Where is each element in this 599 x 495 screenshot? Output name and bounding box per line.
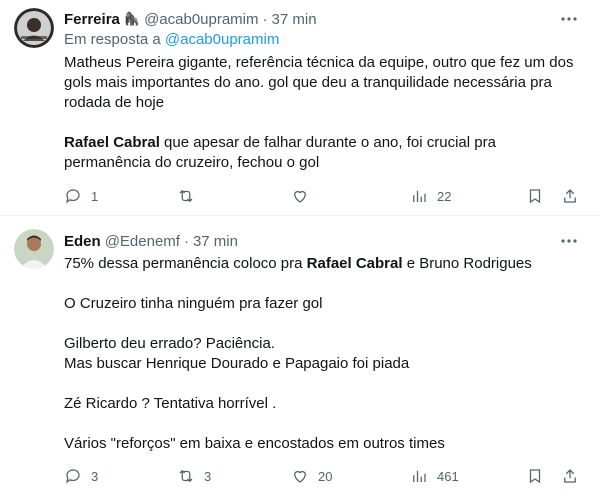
bold-mention: Rafael Cabral [306,255,403,272]
text-line: Zé Ricardo ? Tentativa horrível . [64,395,277,412]
reply-button[interactable]: 3 [64,466,98,486]
retweet-icon [179,469,193,483]
reply-prefix: Em resposta a [64,31,161,48]
author-handle[interactable]: @Edenemf [105,233,180,250]
tweet-text: Matheus Pereira gigante, referência técn… [64,53,574,173]
action-bar: 3 3 20 461 [64,466,584,486]
retweet-count: 3 [204,468,212,484]
avatar-ferreira[interactable] [14,8,54,48]
text-line: 75% dessa permanência coloco pra Rafael … [64,254,574,274]
retweet-button[interactable]: 3 [177,466,211,486]
tweet-eden[interactable]: Eden @Edenemf · 37 min 75% dessa permanê… [0,217,599,495]
separator-dot: · [262,10,268,28]
tweet-text: 75% dessa permanência coloco pra Rafael … [64,254,574,454]
text-line: Gilberto deu errado? Paciência. [64,335,275,352]
reply-icon [66,469,80,484]
views-icon [413,470,426,482]
avatar-eden[interactable] [14,229,54,269]
text-line: Mas buscar Henrique Dourado e Papagaio f… [64,355,410,372]
more-icon[interactable] [559,9,579,29]
tweet-header: Eden @Edenemf · 37 min [64,231,238,251]
text-segment: que apesar de falhar durante o ano, foi … [159,134,496,151]
avatar-image [14,229,54,269]
action-bar: 1 22 [64,186,584,206]
like-icon [294,470,306,483]
text-line: Matheus Pereira gigante, referência técn… [64,54,574,71]
views-count: 461 [437,468,459,484]
views-icon [413,190,426,202]
text-segment: 75% dessa permanência coloco pra [64,255,307,272]
text-line: O Cruzeiro tinha ninguém pra fazer gol [64,295,323,312]
views-count: 22 [437,188,452,204]
more-icon[interactable] [559,231,579,251]
text-line: permanência do cruzeiro, fechou o gol [64,154,320,171]
author-name[interactable]: Ferreira [64,11,120,28]
share-icon [564,189,576,203]
bookmark-button[interactable] [526,186,544,206]
author-name[interactable]: Eden [64,233,101,250]
reply-mention-link[interactable]: @acab0upramim [165,31,279,48]
reply-context: Em resposta a @acab0upramim [64,31,279,48]
views-button[interactable]: 22 [410,186,451,206]
bookmark-icon [529,469,541,484]
reply-button[interactable]: 1 [64,186,98,206]
author-handle[interactable]: @acab0upramim [144,11,258,28]
like-icon [294,190,306,203]
share-button[interactable] [561,186,579,206]
reply-count: 3 [91,468,99,484]
retweet-button[interactable] [177,186,204,206]
text-line: gols mais importantes do ano. gol que de… [64,74,552,91]
bookmark-button[interactable] [526,466,544,486]
reply-icon [66,189,80,204]
separator-dot: · [183,232,189,250]
bookmark-icon [529,189,541,204]
share-icon [564,469,576,483]
share-button[interactable] [561,466,579,486]
avatar-image [14,8,54,48]
text-line: Vários "reforços" em baixa e encostados … [64,435,445,452]
views-button[interactable]: 461 [410,466,459,486]
tweet-header: Ferreira 🦍 @acab0upramim · 37 min [64,9,317,29]
retweet-icon [179,189,193,203]
text-line: rodada de hoje [64,94,165,111]
tweet-ferreira[interactable]: Ferreira 🦍 @acab0upramim · 37 min Em res… [0,0,599,216]
text-segment: e Bruno Rodrigues [402,255,532,272]
timestamp[interactable]: 37 min [193,233,238,250]
like-button[interactable] [291,186,318,206]
reply-count: 1 [91,188,99,204]
like-button[interactable]: 20 [291,466,332,486]
bold-mention: Rafael Cabral [64,134,160,151]
like-count: 20 [318,468,333,484]
text-line: Rafael Cabral que apesar de falhar duran… [64,133,574,153]
timestamp[interactable]: 37 min [272,11,317,28]
gorilla-emoji: 🦍 [123,11,141,26]
